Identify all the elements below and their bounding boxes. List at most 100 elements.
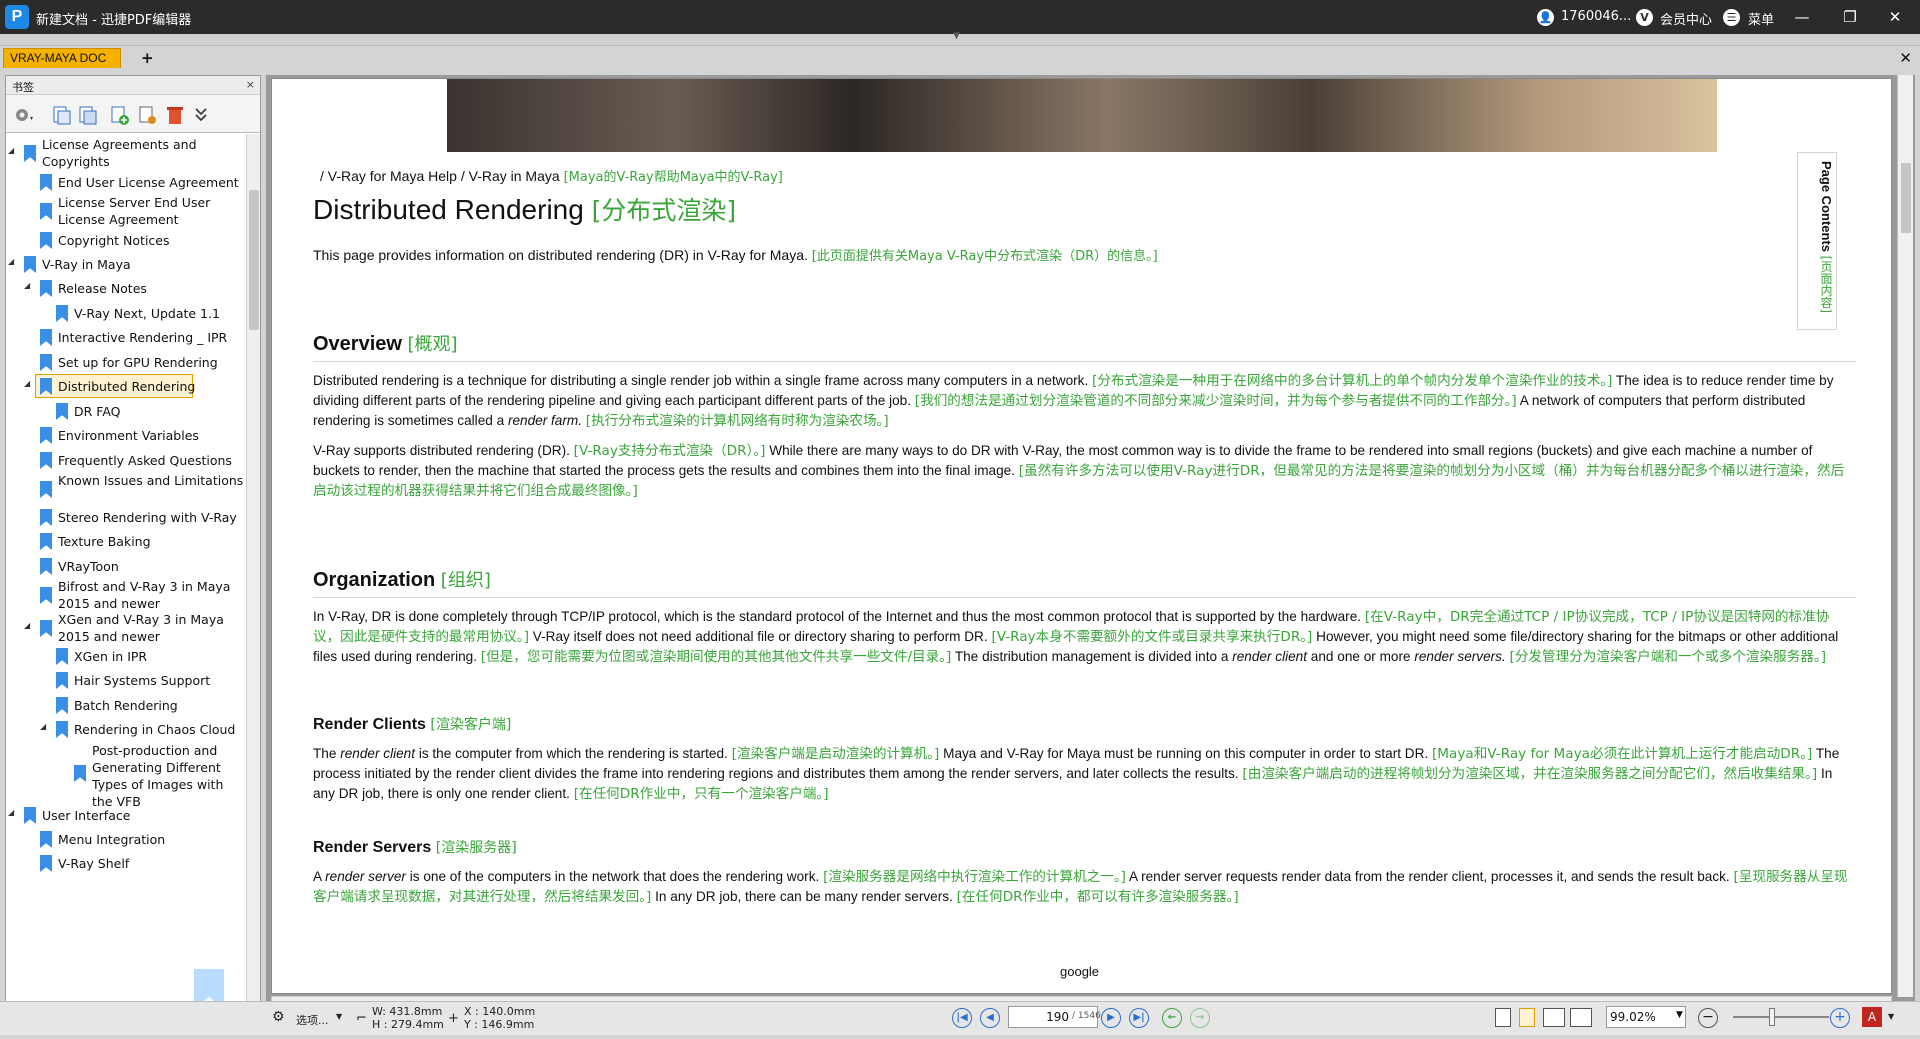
bookmark-item[interactable]: End User License Agreement bbox=[6, 172, 246, 192]
breadcrumb-item[interactable]: V-Ray in Maya bbox=[469, 168, 560, 184]
bookmark-item[interactable]: Interactive Rendering _ IPR bbox=[6, 327, 246, 347]
expand-toggle-icon[interactable]: ◢ bbox=[8, 146, 18, 155]
bookmark-item[interactable]: ◢ Distributed Rendering bbox=[6, 374, 246, 398]
bookmark-label: Copyright Notices bbox=[58, 233, 170, 248]
bookmark-properties-icon[interactable] bbox=[136, 104, 158, 126]
chevron-down-icon[interactable]: ▼ bbox=[1888, 1012, 1894, 1021]
minimize-button[interactable]: — bbox=[1787, 5, 1817, 29]
continuous-view-icon[interactable] bbox=[1519, 1008, 1535, 1027]
new-tab-button[interactable]: + bbox=[141, 49, 154, 67]
more-options-chevron-icon[interactable] bbox=[190, 104, 212, 126]
expand-toggle-icon[interactable]: ◢ bbox=[8, 808, 18, 817]
bookmark-item[interactable]: Batch Rendering bbox=[6, 695, 246, 715]
bookmark-scrollbar[interactable] bbox=[246, 134, 260, 1030]
pdf-icon[interactable]: A bbox=[1862, 1007, 1882, 1027]
add-bookmark-icon[interactable] bbox=[108, 104, 130, 126]
expand-bookmark-icon[interactable] bbox=[50, 104, 72, 126]
bookmark-item[interactable]: Bifrost and V-Ray 3 in Maya 2015 and new… bbox=[6, 578, 246, 612]
bookmark-panel-title: 书签 bbox=[12, 81, 34, 94]
bookmark-label: Known Issues and Limitations bbox=[58, 473, 244, 488]
continuous-facing-view-icon[interactable] bbox=[1570, 1008, 1592, 1027]
zoom-in-button[interactable]: + bbox=[1830, 1008, 1850, 1028]
bookmark-item[interactable]: Frequently Asked Questions bbox=[6, 450, 246, 470]
bookmark-label: V-Ray in Maya bbox=[42, 257, 131, 272]
scroll-thumb[interactable] bbox=[249, 190, 259, 330]
bookmark-item[interactable]: Hair Systems Support bbox=[6, 670, 246, 690]
user-id[interactable]: 1760046... bbox=[1561, 9, 1631, 24]
single-page-view-icon[interactable] bbox=[1495, 1008, 1511, 1027]
user-avatar-icon[interactable]: 👤 bbox=[1537, 9, 1554, 26]
bookmark-item[interactable]: ◢ V-Ray in Maya bbox=[6, 254, 246, 274]
bookmark-item[interactable]: Known Issues and Limitations bbox=[6, 472, 246, 506]
first-page-button[interactable]: |◀ bbox=[952, 1008, 972, 1028]
page-height: H : 279.4mm bbox=[372, 1018, 444, 1031]
bookmark-item[interactable]: V-Ray Shelf bbox=[6, 853, 246, 873]
restore-button[interactable]: ❐ bbox=[1835, 5, 1865, 29]
settings-gear-icon[interactable] bbox=[12, 104, 34, 126]
next-page-button[interactable]: ▶ bbox=[1101, 1008, 1121, 1028]
bookmark-item[interactable]: XGen in IPR bbox=[6, 646, 246, 666]
text: In V-Ray, DR is done completely through … bbox=[313, 609, 1362, 624]
heading-cn: [渲染客户端] bbox=[430, 717, 512, 733]
collapse-bookmark-icon[interactable] bbox=[76, 104, 98, 126]
options-dropdown[interactable]: 选项... bbox=[296, 1012, 329, 1028]
bookmark-item[interactable]: License Server End User License Agreemen… bbox=[6, 194, 246, 228]
expand-toggle-icon[interactable]: ◢ bbox=[8, 257, 18, 266]
zoom-slider-track[interactable] bbox=[1733, 1016, 1829, 1018]
toolbar-collapse-strip: ▼ bbox=[0, 31, 1920, 46]
forward-button[interactable]: → bbox=[1190, 1008, 1210, 1028]
expand-toggle-icon[interactable]: ◢ bbox=[24, 281, 34, 290]
delete-bookmark-icon[interactable] bbox=[164, 104, 186, 126]
zoom-select[interactable]: 99.02% bbox=[1606, 1006, 1686, 1028]
bookmark-item[interactable]: ◢ License Agreements and Copyrights bbox=[6, 136, 246, 170]
chevron-down-icon[interactable]: ▼ bbox=[1676, 1010, 1683, 1020]
bookmark-item[interactable]: ◢ Release Notes bbox=[6, 278, 246, 298]
bookmark-item[interactable]: ◢ User Interface bbox=[6, 805, 246, 825]
chevron-down-icon[interactable]: ▼ bbox=[953, 31, 960, 41]
page-contents-tab[interactable]: Page Contents [页面内容] bbox=[1797, 152, 1837, 330]
close-window-button[interactable]: ✕ bbox=[1880, 5, 1910, 29]
text: V-Ray supports distributed rendering (DR… bbox=[313, 443, 570, 458]
bookmark-label: DR FAQ bbox=[74, 404, 121, 419]
bookmark-item[interactable]: VRayToon bbox=[6, 556, 246, 576]
previous-page-button[interactable]: ◀ bbox=[980, 1008, 1000, 1028]
cursor-position-icon: + bbox=[448, 1011, 459, 1026]
expand-toggle-icon[interactable]: ◢ bbox=[24, 379, 34, 388]
bookmark-item[interactable]: V-Ray Next, Update 1.1 bbox=[6, 303, 246, 323]
bookmark-item[interactable]: ◢ Rendering in Chaos Cloud bbox=[6, 719, 246, 739]
bookmark-item[interactable]: Post-production and Generating Different… bbox=[6, 742, 246, 809]
translation: [渲染客户端是启动渲染的计算机。] bbox=[731, 746, 940, 762]
last-page-button[interactable]: ▶| bbox=[1129, 1008, 1149, 1028]
bookmark-item[interactable]: Environment Variables bbox=[6, 425, 246, 445]
bookmark-item[interactable]: Copyright Notices bbox=[6, 230, 246, 250]
vip-icon[interactable]: V bbox=[1636, 9, 1653, 26]
menu-button[interactable]: 菜单 bbox=[1748, 9, 1774, 28]
scroll-thumb[interactable] bbox=[1901, 163, 1911, 233]
pdf-page[interactable]: / V-Ray for Maya Help / V-Ray in Maya [M… bbox=[271, 78, 1892, 994]
bookmark-flag-icon bbox=[40, 533, 52, 550]
bookmark-item[interactable]: Texture Baking bbox=[6, 531, 246, 551]
breadcrumb-item[interactable]: V-Ray for Maya Help bbox=[328, 168, 457, 184]
close-icon[interactable]: × bbox=[246, 78, 255, 91]
zoom-out-button[interactable]: − bbox=[1698, 1008, 1718, 1028]
page-total: / 1546 bbox=[1072, 1011, 1101, 1021]
bookmark-label: Menu Integration bbox=[58, 832, 166, 847]
options-gear-icon[interactable]: ⚙ bbox=[272, 1009, 285, 1025]
zoom-slider-handle[interactable] bbox=[1769, 1008, 1775, 1026]
bookmark-item[interactable]: Set up for GPU Rendering bbox=[6, 352, 246, 372]
member-center-link[interactable]: 会员中心 bbox=[1660, 9, 1712, 28]
bookmark-item[interactable]: DR FAQ bbox=[6, 401, 246, 421]
menu-icon[interactable]: ☰ bbox=[1723, 9, 1740, 26]
tab-vray-maya-doc[interactable]: VRAY-MAYA DOC bbox=[3, 48, 121, 68]
bookmark-item[interactable]: ◢ XGen and V-Ray 3 in Maya 2015 and newer bbox=[6, 611, 246, 645]
back-button[interactable]: ← bbox=[1162, 1008, 1182, 1028]
bookmark-item[interactable]: Stereo Rendering with V-Ray bbox=[6, 507, 246, 527]
expand-toggle-icon[interactable]: ◢ bbox=[24, 621, 34, 630]
bookmark-item[interactable]: Menu Integration bbox=[6, 829, 246, 849]
bookmark-flag-icon bbox=[56, 697, 68, 714]
chevron-down-icon[interactable]: ▼ bbox=[336, 1012, 342, 1021]
document-vertical-scrollbar[interactable] bbox=[1897, 75, 1913, 997]
expand-toggle-icon[interactable]: ◢ bbox=[40, 722, 50, 731]
facing-pages-view-icon[interactable] bbox=[1543, 1008, 1565, 1027]
close-tab-button[interactable]: ✕ bbox=[1899, 49, 1912, 67]
